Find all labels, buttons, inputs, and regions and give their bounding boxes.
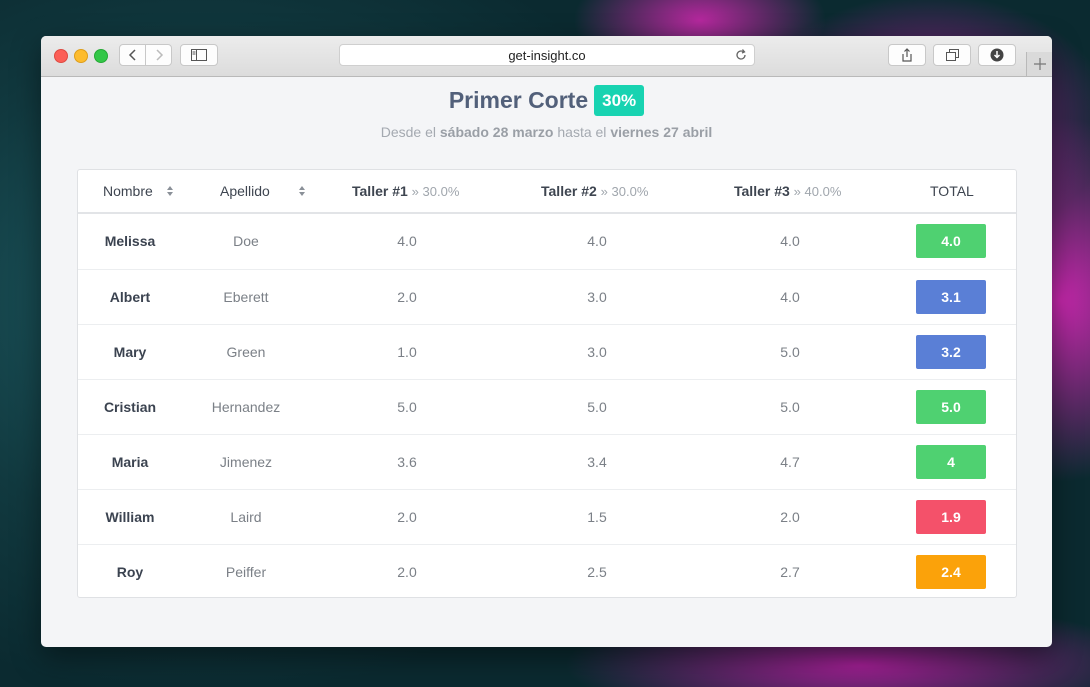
new-tab-button[interactable] [1026, 52, 1052, 76]
share-button[interactable] [888, 44, 926, 66]
header-nombre-label: Nombre [103, 183, 153, 199]
header-taller-1: Taller #1 » 30.0% [352, 170, 459, 212]
chevron-left-icon [128, 49, 136, 61]
browser-toolbar: get-insight.co [41, 36, 1052, 77]
taller-2-cell: 3.4 [587, 454, 607, 470]
forward-button[interactable] [145, 44, 172, 66]
taller-1-cell: 2.0 [397, 509, 417, 525]
table-row: Melissa Doe 4.0 4.0 4.0 4.0 [78, 214, 1016, 269]
first-name-cell: Melissa [104, 233, 156, 249]
header-taller-1-label: Taller #1 [352, 183, 408, 199]
first-name-cell: Mary [113, 344, 147, 360]
header-total: TOTAL [930, 170, 974, 212]
taller-2-cell: 1.5 [587, 509, 607, 525]
grades-table: Nombre Apellido Taller #1 » 30.0% Taller… [77, 169, 1017, 598]
table-row: Roy Peiffer 2.0 2.5 2.7 2.4 [78, 544, 1016, 600]
last-name-cell: Eberett [223, 289, 269, 305]
total-badge: 4 [916, 445, 986, 479]
share-icon [902, 48, 912, 62]
first-name-cell: Maria [111, 454, 149, 470]
taller-3-cell: 2.7 [780, 564, 800, 580]
total-badge: 1.9 [916, 500, 986, 534]
header-taller-3: Taller #3 » 40.0% [734, 170, 841, 212]
total-badge: 5.0 [916, 390, 986, 424]
browser-window: get-insight.co Primer Corte 30% Desde el… [41, 36, 1052, 647]
taller-1-cell: 2.0 [397, 289, 417, 305]
taller-2-cell: 3.0 [587, 344, 607, 360]
header-taller-3-label: Taller #3 [734, 183, 790, 199]
last-name-cell: Doe [233, 233, 259, 249]
taller-3-cell: 2.0 [780, 509, 800, 525]
header-taller-2-weight: » 30.0% [600, 184, 649, 199]
first-name-cell: Albert [109, 289, 151, 305]
taller-3-cell: 5.0 [780, 399, 800, 415]
sort-nombre-icon[interactable] [166, 185, 174, 197]
sidebar-icon [191, 49, 207, 61]
table-row: Cristian Hernandez 5.0 5.0 5.0 5.0 [78, 379, 1016, 435]
minimize-window-button[interactable] [74, 49, 88, 63]
download-icon [990, 48, 1004, 62]
taller-1-cell: 4.0 [397, 233, 417, 249]
chevron-right-icon [155, 49, 163, 61]
url-text: get-insight.co [508, 47, 586, 63]
back-button[interactable] [119, 44, 146, 66]
header-taller-3-weight: » 40.0% [793, 184, 842, 199]
taller-2-cell: 2.5 [587, 564, 607, 580]
last-name-cell: Green [226, 344, 266, 360]
taller-3-cell: 4.7 [780, 454, 800, 470]
show-tabs-button[interactable] [933, 44, 971, 66]
taller-3-cell: 4.0 [780, 289, 800, 305]
header-total-label: TOTAL [930, 183, 974, 199]
table-header: Nombre Apellido Taller #1 » 30.0% Taller… [78, 170, 1016, 214]
tabs-icon [945, 49, 959, 61]
last-name-cell: Laird [230, 509, 262, 525]
address-bar[interactable]: get-insight.co [339, 44, 755, 66]
total-badge: 4.0 [916, 224, 986, 258]
first-name-cell: Cristian [103, 399, 157, 415]
header-taller-1-weight: » 30.0% [411, 184, 460, 199]
taller-1-cell: 5.0 [397, 399, 417, 415]
last-name-cell: Jimenez [219, 454, 273, 470]
subtitle-prefix: Desde el [380, 124, 440, 140]
total-badge: 2.4 [916, 555, 986, 589]
header-apellido-label: Apellido [220, 183, 270, 199]
taller-1-cell: 1.0 [397, 344, 417, 360]
taller-3-cell: 5.0 [780, 344, 800, 360]
taller-3-cell: 4.0 [780, 233, 800, 249]
last-name-cell: Peiffer [225, 564, 267, 580]
header-taller-2: Taller #2 » 30.0% [541, 170, 648, 212]
reload-icon[interactable] [734, 48, 748, 62]
zoom-window-button[interactable] [94, 49, 108, 63]
taller-2-cell: 3.0 [587, 289, 607, 305]
table-row: Mary Green 1.0 3.0 5.0 3.2 [78, 324, 1016, 380]
last-name-cell: Hernandez [211, 399, 281, 415]
header-nombre[interactable]: Nombre [103, 170, 153, 212]
total-badge: 3.2 [916, 335, 986, 369]
percent-badge: 30% [594, 85, 645, 116]
page-content: Primer Corte 30% Desde el sábado 28 marz… [41, 77, 1052, 647]
first-name-cell: William [105, 509, 155, 525]
date-range-subtitle: Desde el sábado 28 marzo hasta el vierne… [41, 124, 1052, 140]
taller-1-cell: 3.6 [397, 454, 417, 470]
table-row: William Laird 2.0 1.5 2.0 1.9 [78, 489, 1016, 545]
start-date: sábado 28 marzo [439, 124, 554, 140]
close-window-button[interactable] [54, 49, 68, 63]
plus-icon [1034, 58, 1046, 70]
table-row: Maria Jimenez 3.6 3.4 4.7 4 [78, 434, 1016, 490]
total-badge: 3.1 [916, 280, 986, 314]
table-row: Albert Eberett 2.0 3.0 4.0 3.1 [78, 269, 1016, 325]
header-taller-2-label: Taller #2 [541, 183, 597, 199]
title-row: Primer Corte 30% [41, 85, 1052, 116]
header-apellido[interactable]: Apellido [220, 170, 270, 212]
sidebar-toggle-button[interactable] [180, 44, 218, 66]
downloads-button[interactable] [978, 44, 1016, 66]
subtitle-middle: hasta el [553, 124, 611, 140]
taller-2-cell: 5.0 [587, 399, 607, 415]
taller-2-cell: 4.0 [587, 233, 607, 249]
end-date: viernes 27 abril [610, 124, 713, 140]
first-name-cell: Roy [116, 564, 144, 580]
page-title: Primer Corte [448, 87, 589, 113]
sort-apellido-icon[interactable] [298, 185, 306, 197]
taller-1-cell: 2.0 [397, 564, 417, 580]
